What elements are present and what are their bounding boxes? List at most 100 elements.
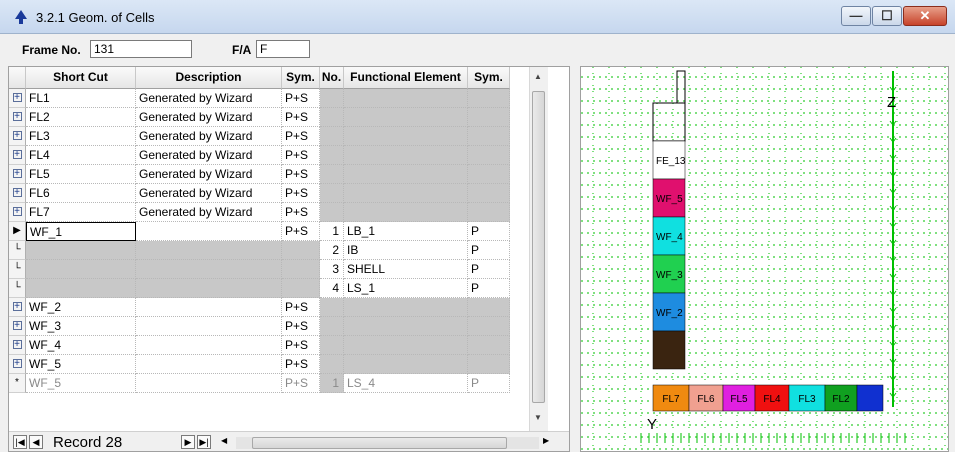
- row-selector[interactable]: +: [9, 336, 26, 355]
- table-row[interactable]: + FL1 Generated by Wizard P+S: [9, 89, 529, 108]
- row-selector[interactable]: +: [9, 184, 26, 203]
- row-selector[interactable]: +: [9, 89, 26, 108]
- row-selector[interactable]: +: [9, 203, 26, 222]
- cell-fe[interactable]: [344, 127, 468, 146]
- cell-no[interactable]: [320, 298, 344, 317]
- table-row[interactable]: + FL5 Generated by Wizard P+S: [9, 165, 529, 184]
- fa-field[interactable]: F: [256, 40, 310, 58]
- cell-no[interactable]: 1: [320, 374, 344, 393]
- cell-desc[interactable]: Generated by Wizard: [136, 146, 282, 165]
- row-selector[interactable]: └: [9, 241, 26, 260]
- cell-shortcut[interactable]: WF_2: [26, 298, 136, 317]
- cell-sym[interactable]: [282, 279, 320, 298]
- scroll-left-icon[interactable]: ◀: [221, 436, 227, 445]
- table-row[interactable]: + FL4 Generated by Wizard P+S: [9, 146, 529, 165]
- cell-fe[interactable]: SHELL: [344, 260, 468, 279]
- minimize-button[interactable]: —: [841, 6, 871, 26]
- table-row[interactable]: + WF_3 P+S: [9, 317, 529, 336]
- record-number[interactable]: 28: [106, 434, 123, 451]
- cell-sym2[interactable]: P: [468, 279, 510, 298]
- close-button[interactable]: ✕: [903, 6, 947, 26]
- scroll-up-icon[interactable]: ▲: [534, 72, 542, 81]
- cell-desc[interactable]: [136, 298, 282, 317]
- expand-icon[interactable]: +: [12, 169, 22, 179]
- cell-no[interactable]: [320, 89, 344, 108]
- cell-sym[interactable]: [282, 241, 320, 260]
- cell-fe[interactable]: [344, 146, 468, 165]
- row-selector[interactable]: ▶: [9, 222, 26, 241]
- cell-desc[interactable]: [136, 241, 282, 260]
- expand-icon[interactable]: +: [12, 188, 22, 198]
- cell-desc[interactable]: [136, 355, 282, 374]
- row-selector[interactable]: +: [9, 108, 26, 127]
- scroll-down-icon[interactable]: ▼: [534, 413, 542, 422]
- cell-shortcut[interactable]: FL1: [26, 89, 136, 108]
- cell-sym2[interactable]: P: [468, 222, 510, 241]
- expand-icon[interactable]: +: [12, 131, 22, 141]
- row-selector[interactable]: +: [9, 317, 26, 336]
- column-header-fe[interactable]: Functional Element: [344, 67, 468, 89]
- cell-sym2[interactable]: [468, 127, 510, 146]
- next-record-icon[interactable]: ▶: [181, 435, 195, 449]
- cell-geometry-drawing[interactable]: FE_13 WF_5 WF_4 WF_3 WF_2 FL7 FL6 FL5 FL4 FL3 FL2 Z…: [580, 66, 949, 452]
- cell-desc[interactable]: [136, 336, 282, 355]
- table-row[interactable]: + WF_2 P+S: [9, 298, 529, 317]
- cell-no[interactable]: 3: [320, 260, 344, 279]
- cell-sym2[interactable]: [468, 165, 510, 184]
- table-row[interactable]: + WF_4 P+S: [9, 336, 529, 355]
- cell-desc[interactable]: Generated by Wizard: [136, 108, 282, 127]
- cell-sym2[interactable]: [468, 336, 510, 355]
- cell-fe[interactable]: [344, 165, 468, 184]
- cell-sym[interactable]: P+S: [282, 298, 320, 317]
- expand-icon[interactable]: +: [12, 302, 22, 312]
- cell-fe[interactable]: IB: [344, 241, 468, 260]
- cell-shortcut[interactable]: [26, 260, 136, 279]
- cell-sym2[interactable]: [468, 298, 510, 317]
- cell-sym[interactable]: P+S: [282, 165, 320, 184]
- last-record-icon[interactable]: ▶|: [197, 435, 211, 449]
- table-row[interactable]: + FL3 Generated by Wizard P+S: [9, 127, 529, 146]
- maximize-button[interactable]: ☐: [872, 6, 902, 26]
- frame-no-field[interactable]: 131: [90, 40, 192, 58]
- cell-shortcut[interactable]: FL7: [26, 203, 136, 222]
- cell-sym[interactable]: P+S: [282, 146, 320, 165]
- cell-fe[interactable]: [344, 298, 468, 317]
- cell-fe[interactable]: [344, 108, 468, 127]
- cell-shortcut[interactable]: FL3: [26, 127, 136, 146]
- cell-desc[interactable]: [136, 222, 282, 241]
- cell-sym[interactable]: P+S: [282, 184, 320, 203]
- row-selector[interactable]: +: [9, 146, 26, 165]
- cell-sym2[interactable]: [468, 146, 510, 165]
- cell-desc[interactable]: Generated by Wizard: [136, 165, 282, 184]
- cell-shortcut[interactable]: WF_3: [26, 317, 136, 336]
- table-row[interactable]: └ 2 IB P: [9, 241, 529, 260]
- cell-fe[interactable]: LS_4: [344, 374, 468, 393]
- cell-no[interactable]: [320, 203, 344, 222]
- expand-icon[interactable]: +: [12, 207, 22, 217]
- prev-record-icon[interactable]: ◀: [29, 435, 43, 449]
- cell-shortcut[interactable]: [26, 279, 136, 298]
- cell-sym[interactable]: P+S: [282, 203, 320, 222]
- cell-sym2[interactable]: [468, 355, 510, 374]
- cell-sym2[interactable]: [468, 317, 510, 336]
- cell-fe[interactable]: [344, 203, 468, 222]
- row-selector[interactable]: +: [9, 298, 26, 317]
- cell-sym[interactable]: P+S: [282, 355, 320, 374]
- expand-icon[interactable]: +: [12, 359, 22, 369]
- cell-no[interactable]: 4: [320, 279, 344, 298]
- cell-no[interactable]: [320, 127, 344, 146]
- expand-icon[interactable]: +: [12, 150, 22, 160]
- cell-shortcut[interactable]: FL5: [26, 165, 136, 184]
- vertical-scroll-thumb[interactable]: [532, 91, 545, 403]
- row-selector[interactable]: +: [9, 127, 26, 146]
- cell-fe[interactable]: LS_1: [344, 279, 468, 298]
- cell-fe[interactable]: [344, 184, 468, 203]
- row-selector[interactable]: +: [9, 355, 26, 374]
- cell-no[interactable]: [320, 146, 344, 165]
- first-record-icon[interactable]: |◀: [13, 435, 27, 449]
- cell-shortcut[interactable]: WF_4: [26, 336, 136, 355]
- cell-sym2[interactable]: P: [468, 374, 510, 393]
- cell-shortcut[interactable]: [26, 241, 136, 260]
- cell-sym[interactable]: P+S: [282, 317, 320, 336]
- column-header-sym[interactable]: Sym.: [282, 67, 320, 89]
